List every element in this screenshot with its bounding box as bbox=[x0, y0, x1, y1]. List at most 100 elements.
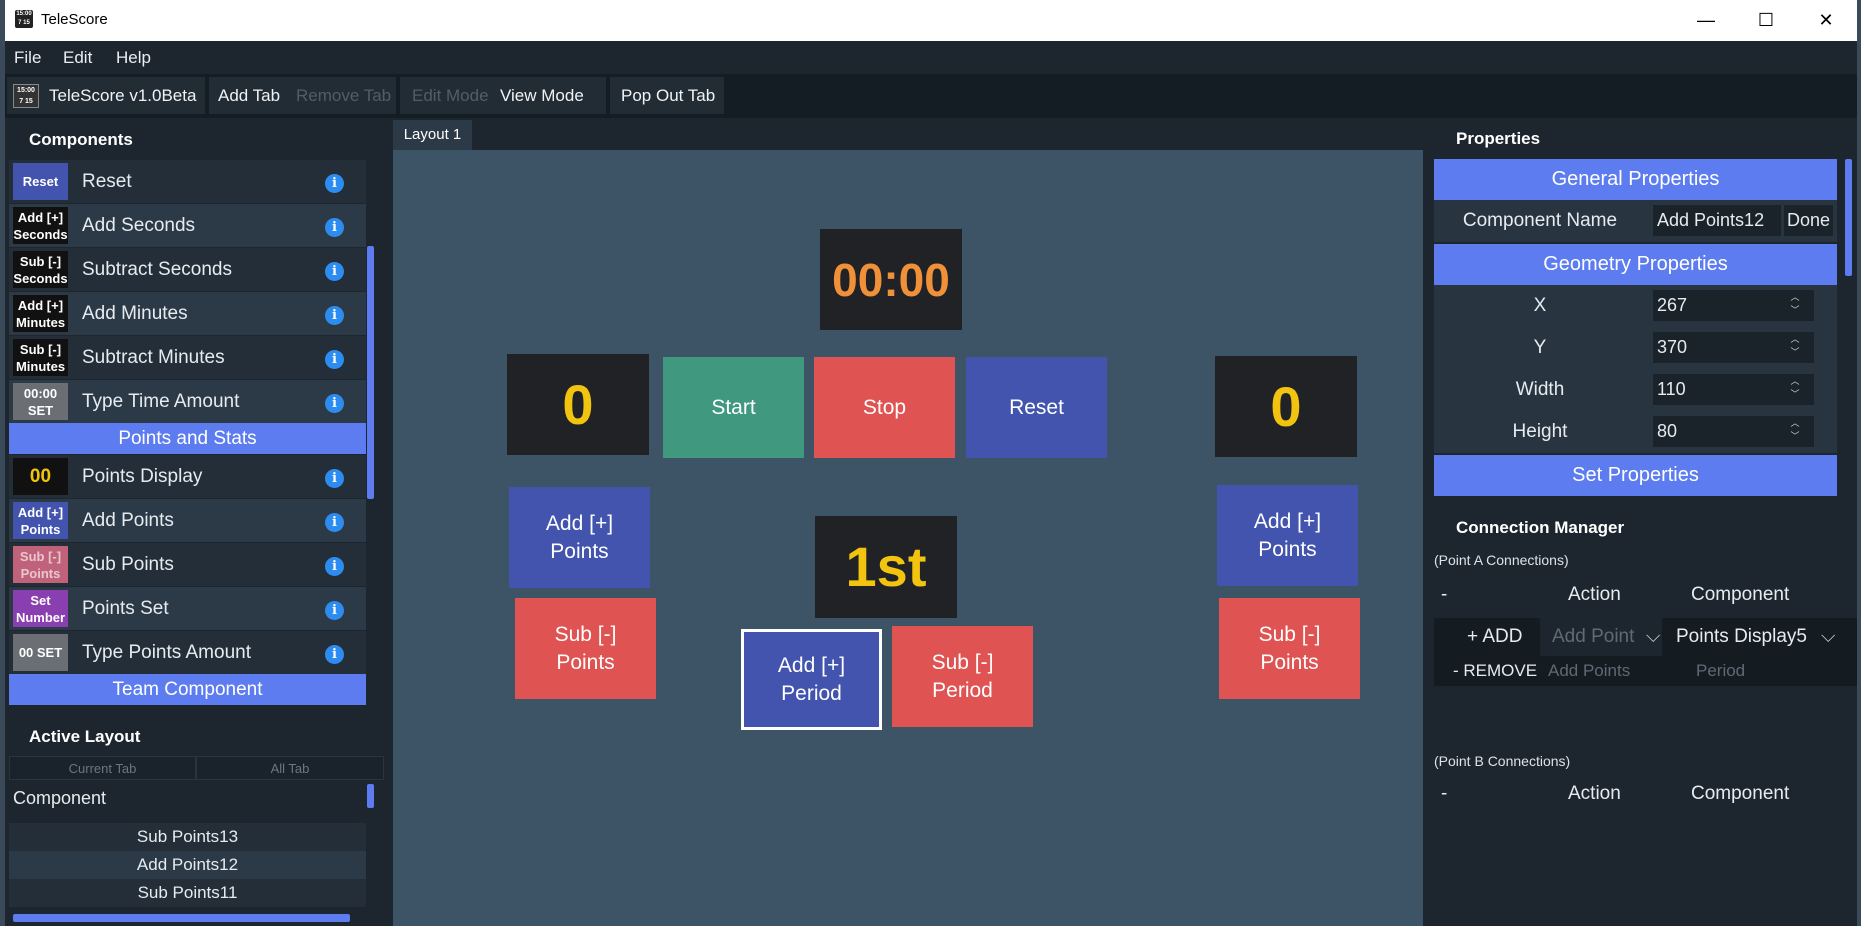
remove-connection-button[interactable]: - REMOVE bbox=[1453, 656, 1537, 686]
view-mode-button[interactable]: View Mode bbox=[500, 86, 584, 106]
spin-arrows-icon[interactable]: ︿ ﹀ bbox=[1788, 375, 1802, 404]
col-dash: - bbox=[1441, 783, 1448, 804]
stop-button[interactable]: Stop bbox=[814, 357, 955, 458]
col-action: Action bbox=[1568, 783, 1621, 804]
timer-display[interactable]: 00:00 bbox=[820, 229, 962, 330]
right-points-display[interactable]: 0 bbox=[1215, 356, 1357, 457]
component-item-add-minutes[interactable]: Add [+] Minutes Add Minutes i bbox=[9, 292, 366, 335]
component-label: Sub Points bbox=[82, 554, 174, 575]
components-scrollbar[interactable] bbox=[367, 246, 374, 499]
component-item-type-time-amount[interactable]: 00:00 SET Type Time Amount i bbox=[9, 380, 366, 423]
info-icon[interactable]: i bbox=[325, 262, 344, 281]
list-item[interactable]: Add Points12 bbox=[9, 851, 366, 879]
sub-period-button[interactable]: Sub [-] Period bbox=[892, 626, 1033, 727]
chevron-down-icon: ⌵ bbox=[1821, 626, 1836, 647]
info-icon[interactable]: i bbox=[325, 218, 344, 237]
maximize-button[interactable]: ☐ bbox=[1736, 0, 1796, 41]
right-panel: Properties General Properties Component … bbox=[1432, 119, 1857, 926]
left-add-points-button[interactable]: Add [+] Points bbox=[509, 487, 650, 588]
spin-arrows-icon[interactable]: ︿ ﹀ bbox=[1788, 417, 1802, 446]
info-icon[interactable]: i bbox=[325, 513, 344, 532]
right-add-points-button[interactable]: Add [+] Points bbox=[1217, 485, 1358, 586]
horizontal-scrollbar[interactable] bbox=[13, 914, 350, 922]
info-icon[interactable]: i bbox=[325, 306, 344, 325]
minimize-button[interactable]: — bbox=[1676, 0, 1736, 41]
component-select[interactable]: Points Display5 ⌵ bbox=[1664, 618, 1836, 656]
info-icon[interactable]: i bbox=[325, 557, 344, 576]
component-item-subtract-minutes[interactable]: Sub [-] Minutes Subtract Minutes i bbox=[9, 336, 366, 379]
layout-scrollbar[interactable] bbox=[367, 784, 374, 808]
list-item[interactable]: Sub Points11 bbox=[9, 879, 366, 907]
component-placeholder: Period bbox=[1696, 661, 1746, 680]
period-display[interactable]: 1st bbox=[815, 516, 957, 618]
tab-current[interactable]: Current Tab bbox=[9, 756, 196, 780]
components-title: Components bbox=[29, 130, 133, 149]
menu-file[interactable]: File bbox=[14, 48, 41, 68]
component-label: Points Display bbox=[82, 466, 203, 487]
section-team-component[interactable]: Team Component bbox=[9, 674, 366, 705]
app-version-group: 15:00 7 15 TeleScore v1.0Beta bbox=[7, 77, 205, 114]
active-layout-title: Active Layout bbox=[29, 727, 141, 746]
tab-layout-1[interactable]: Layout 1 bbox=[393, 120, 472, 150]
component-label: Type Time Amount bbox=[82, 391, 240, 412]
info-icon[interactable]: i bbox=[325, 350, 344, 369]
component-item-add-points[interactable]: Add [+] Points Add Points i bbox=[9, 499, 366, 542]
general-properties-section[interactable]: General Properties bbox=[1434, 159, 1837, 200]
layout-canvas[interactable]: 00:00 0 0 Start Stop Reset Add [+] Point… bbox=[393, 150, 1423, 926]
component-item-sub-points[interactable]: Sub [-] Points Sub Points i bbox=[9, 543, 366, 586]
pop-out-tab-button[interactable]: Pop Out Tab bbox=[621, 86, 715, 106]
spin-arrows-icon[interactable]: ︿ ﹀ bbox=[1788, 291, 1802, 320]
menu-bar: File Edit Help bbox=[5, 41, 1857, 74]
done-button[interactable]: Done bbox=[1784, 205, 1833, 236]
toolbar: 15:00 7 15 TeleScore v1.0Beta Add Tab Rem… bbox=[5, 74, 1857, 118]
reset-button[interactable]: Reset bbox=[966, 357, 1107, 458]
properties-scrollbar[interactable] bbox=[1845, 159, 1852, 276]
add-connection-button[interactable]: + ADD bbox=[1467, 618, 1522, 656]
set-properties-section[interactable]: Set Properties bbox=[1434, 455, 1837, 496]
menu-edit[interactable]: Edit bbox=[63, 48, 92, 68]
add-seconds-icon: Add [+] Seconds bbox=[13, 207, 68, 244]
info-icon[interactable]: i bbox=[325, 645, 344, 664]
app-logo-icon: 15:00 7 15 bbox=[15, 10, 33, 28]
add-period-button[interactable]: Add [+] Period bbox=[741, 629, 882, 730]
component-name-input[interactable]: Add Points12 bbox=[1653, 205, 1781, 236]
action-placeholder: Add Points bbox=[1548, 661, 1631, 680]
left-points-display[interactable]: 0 bbox=[507, 354, 649, 455]
col-component: Component bbox=[1691, 584, 1790, 605]
spin-arrows-icon[interactable]: ︿ ﹀ bbox=[1788, 333, 1802, 362]
close-button[interactable]: ✕ bbox=[1796, 0, 1856, 41]
component-item-reset[interactable]: Reset Reset i bbox=[9, 160, 366, 203]
component-label: Reset bbox=[82, 171, 132, 192]
left-sub-points-button[interactable]: Sub [-] Points bbox=[515, 598, 656, 699]
component-item-add-seconds[interactable]: Add [+] Seconds Add Seconds i bbox=[9, 204, 366, 247]
component-item-points-set[interactable]: Set Number Points Set i bbox=[9, 587, 366, 630]
add-tab-button[interactable]: Add Tab bbox=[218, 86, 280, 106]
add-points-icon: Add [+] Points bbox=[13, 502, 68, 539]
info-icon[interactable]: i bbox=[325, 601, 344, 620]
start-button[interactable]: Start bbox=[663, 357, 804, 458]
component-label: Add Points bbox=[82, 510, 174, 531]
col-component: Component bbox=[1691, 783, 1790, 804]
info-icon[interactable]: i bbox=[325, 394, 344, 413]
component-item-type-points-amount[interactable]: 00 SET Type Points Amount i bbox=[9, 631, 366, 674]
component-item-subtract-seconds[interactable]: Sub [-] Seconds Subtract Seconds i bbox=[9, 248, 366, 291]
chevron-down-icon: ⌵ bbox=[1646, 626, 1661, 647]
right-sub-points-button[interactable]: Sub [-] Points bbox=[1219, 598, 1360, 699]
properties-list: General Properties Component Name Add Po… bbox=[1432, 159, 1839, 502]
section-points-and-stats[interactable]: Points and Stats bbox=[9, 423, 366, 454]
action-select[interactable]: Add Point ⌵ bbox=[1540, 618, 1662, 656]
geometry-properties-section[interactable]: Geometry Properties bbox=[1434, 244, 1837, 285]
properties-title: Properties bbox=[1456, 129, 1541, 148]
point-b-header: - Action Component bbox=[1434, 775, 1857, 813]
tab-all[interactable]: All Tab bbox=[196, 756, 384, 780]
menu-help[interactable]: Help bbox=[116, 48, 151, 68]
info-icon[interactable]: i bbox=[325, 174, 344, 193]
info-icon[interactable]: i bbox=[325, 469, 344, 488]
title-bar: 15:00 7 15 TeleScore — ☐ ✕ bbox=[5, 0, 1857, 41]
list-item[interactable]: Sub Points13 bbox=[9, 823, 366, 851]
edit-mode-button[interactable]: Edit Mode bbox=[412, 86, 489, 106]
remove-tab-button[interactable]: Remove Tab bbox=[296, 86, 391, 106]
set-points-icon: 00 SET bbox=[13, 634, 68, 671]
active-layout-list: Component Sub Points13 Add Points12 Sub … bbox=[9, 784, 366, 926]
component-item-points-display[interactable]: 00 Points Display i bbox=[9, 455, 366, 498]
